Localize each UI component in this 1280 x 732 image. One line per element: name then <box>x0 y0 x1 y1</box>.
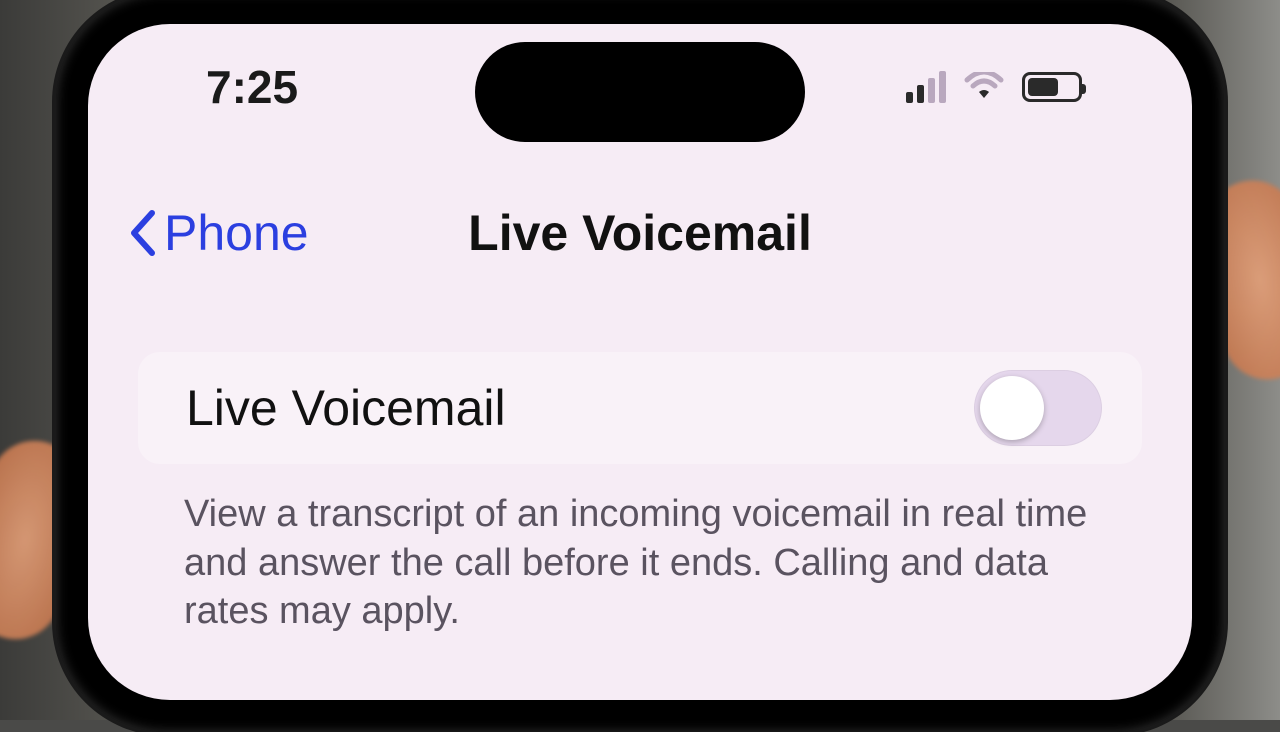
phone-frame: 7:25 <box>56 0 1224 732</box>
chevron-left-icon <box>128 209 156 257</box>
cellular-icon <box>906 71 946 103</box>
phone-bezel: 7:25 <box>74 10 1206 714</box>
status-time: 7:25 <box>206 60 298 114</box>
setting-description: View a transcript of an incoming voicema… <box>184 490 1106 636</box>
back-button[interactable]: Phone <box>128 204 309 262</box>
nav-header: Phone Live Voicemail <box>88 204 1192 262</box>
back-label: Phone <box>164 204 309 262</box>
live-voicemail-row: Live Voicemail <box>138 352 1142 464</box>
status-bar: 7:25 <box>88 60 1192 114</box>
live-voicemail-toggle[interactable] <box>974 370 1102 446</box>
battery-icon <box>1022 72 1082 102</box>
toggle-knob <box>980 376 1044 440</box>
wifi-icon <box>964 72 1004 102</box>
phone-screen: 7:25 <box>88 24 1192 700</box>
setting-label: Live Voicemail <box>186 379 506 437</box>
status-indicators <box>906 71 1082 103</box>
